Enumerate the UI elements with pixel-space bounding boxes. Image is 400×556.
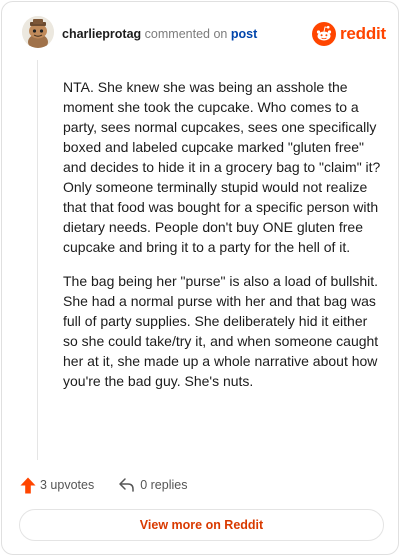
comment-body: NTA. She knew she was being an asshole t…: [63, 77, 381, 405]
post-link[interactable]: post: [231, 27, 257, 41]
comment-paragraph-2: The bag being her "purse" is also a load…: [63, 273, 379, 389]
comment-meta: charlieprotag commented on post: [62, 27, 257, 41]
action-text: commented on: [144, 27, 228, 41]
reddit-logo-icon: [312, 22, 336, 46]
reply-count: 0 replies: [140, 478, 188, 492]
thread-line: [37, 60, 38, 460]
snoo-avatar-icon: [22, 16, 54, 48]
upvote-button[interactable]: 3 upvotes: [20, 477, 94, 494]
comment-embed-card: charlieprotag commented on post reddit N…: [1, 1, 399, 555]
upvote-arrow-icon: [20, 477, 36, 493]
reddit-logo[interactable]: reddit: [312, 22, 386, 46]
reply-button[interactable]: 0 replies: [118, 477, 187, 493]
comment-header: charlieprotag commented on post reddit: [2, 2, 400, 62]
username-link[interactable]: charlieprotag: [62, 27, 141, 41]
comment-actions: 3 upvotes 0 replies: [20, 475, 187, 495]
upvote-count: 3 upvotes: [40, 478, 95, 492]
reply-arrow-icon: [119, 478, 134, 492]
view-more-button[interactable]: View more on Reddit: [19, 509, 384, 541]
reddit-wordmark: reddit: [340, 24, 387, 43]
comment-paragraph-1: NTA. She knew she was being an asshole t…: [63, 79, 381, 255]
user-avatar[interactable]: [22, 16, 54, 48]
